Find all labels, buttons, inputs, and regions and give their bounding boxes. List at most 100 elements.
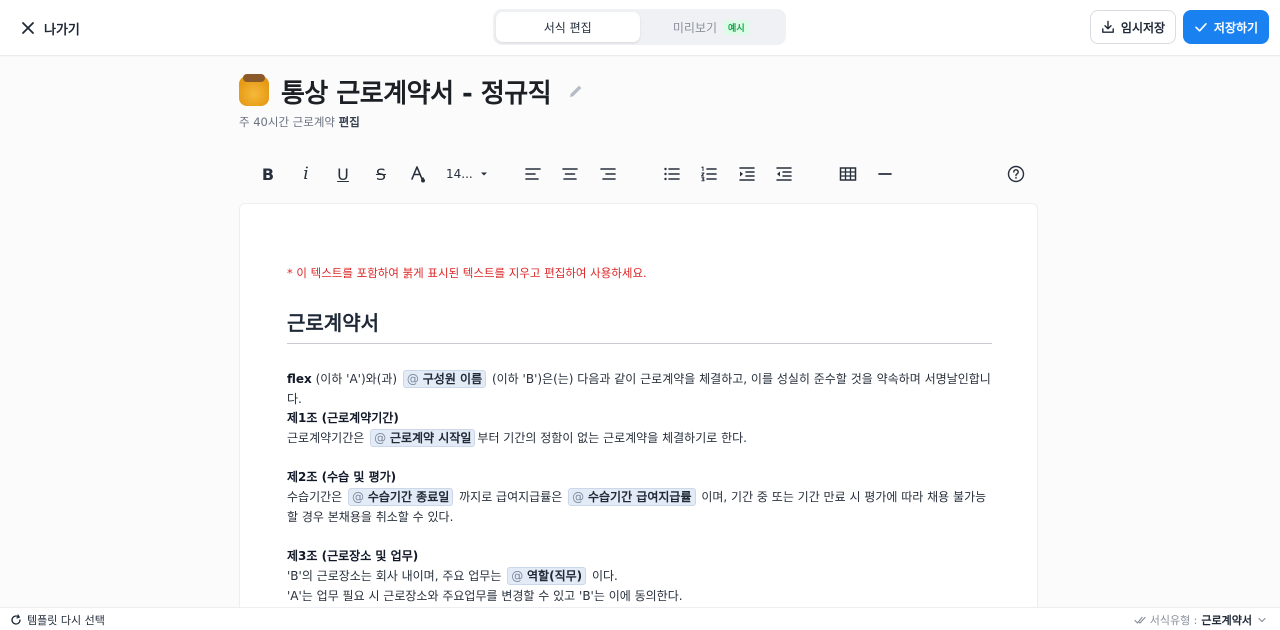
at-icon: @ [406, 372, 419, 386]
chevron-down-icon [1258, 617, 1266, 623]
check-icon [1195, 23, 1207, 32]
form-type-select[interactable]: 서식유형 : 근로계약서 [1134, 612, 1268, 628]
article-1: 제1조 (근로계약기간) 근로계약기간은 @ 근로계약 시작일 부터 기간의 정함… [287, 408, 997, 448]
red-warning-text: * 이 텍스트를 포함하여 붉게 표시된 텍스트를 지우고 편집하여 사용하세요… [287, 266, 647, 280]
tab-format-edit-label: 서식 편집 [543, 20, 592, 35]
editor-page: 통상 근로계약서 - 정규직 주 40시간 근로계약 편집 B i U S 14… [0, 57, 1280, 623]
article-3-text-1: 'B'의 근로장소는 회사 내이며, 주요 업무는 [287, 569, 506, 583]
variable-chip-probation-pay-rate[interactable]: @ 수습기간 급여지급률 [568, 488, 696, 506]
chip-label: 수습기간 종료일 [367, 490, 450, 504]
at-icon: @ [374, 431, 387, 445]
article-3: 제3조 (근로장소 및 업무) 'B'의 근로장소는 회사 내이며, 주요 업무… [287, 546, 997, 606]
chip-label: 근로계약 시작일 [389, 431, 472, 445]
heading-divider [287, 343, 992, 344]
editor-card[interactable]: * 이 텍스트를 포함하여 붉게 표시된 텍스트를 지우고 편집하여 사용하세요… [239, 203, 1038, 623]
article-1-text-2: 부터 기간의 정함이 없는 근로계약을 체결하기로 한다. [477, 431, 747, 445]
format-toolbar: B i U S 14... [250, 161, 1040, 187]
align-right-button[interactable] [595, 161, 621, 187]
variable-chip-probation-end[interactable]: @ 수습기간 종료일 [348, 488, 454, 506]
align-center-button[interactable] [557, 161, 583, 187]
refresh-icon [11, 614, 21, 625]
footer-bar: 템플릿 다시 선택 서식유형 : 근로계약서 [0, 607, 1280, 630]
horizontal-rule-button[interactable] [872, 161, 898, 187]
align-left-icon [525, 168, 541, 180]
table-button[interactable] [835, 161, 861, 187]
outdent-button[interactable] [771, 161, 797, 187]
tab-format-edit[interactable]: 서식 편집 [496, 12, 640, 42]
underline-button[interactable]: U [330, 161, 356, 187]
save-button[interactable]: 저장하기 [1183, 10, 1269, 44]
form-type-label: 서식유형 : [1149, 614, 1198, 627]
chevron-down-icon [480, 172, 487, 176]
at-icon: @ [352, 490, 365, 504]
outdent-icon [776, 167, 792, 181]
intro-text-1: (이하 'A')와(과) [311, 372, 401, 386]
article-3-text-2: 이다. [588, 569, 618, 583]
numbered-list-button[interactable] [696, 161, 722, 187]
page-title: 통상 근로계약서 - 정규직 [281, 78, 552, 109]
strikethrough-button[interactable]: S [368, 161, 394, 187]
exit-label: 나가기 [44, 22, 80, 38]
article-3-line-2: 'A'는 업무 필요 시 근로장소와 주요업무를 변경할 수 있고 'B'는 이… [287, 589, 683, 603]
bold-icon: B [261, 164, 275, 184]
reselect-label: 템플릿 다시 선택 [27, 614, 105, 627]
article-2-title: 제2조 (수습 및 평가) [287, 470, 397, 484]
exit-button[interactable]: 나가기 [20, 16, 80, 40]
variable-chip-contract-start[interactable]: @ 근로계약 시작일 [370, 429, 476, 447]
honey-pot-icon [239, 74, 269, 106]
at-icon: @ [511, 569, 524, 583]
page-subtitle: 주 40시간 근로계약 편집 [239, 114, 360, 130]
tab-preview[interactable]: 미리보기 예시 [640, 12, 784, 42]
variable-chip-member-name[interactable]: @ 구성원 이름 [402, 370, 487, 388]
intro-paragraph: flex (이하 'A')와(과) @ 구성원 이름 (이하 'B')은(는) … [287, 369, 997, 409]
italic-button[interactable]: i [293, 161, 319, 187]
article-2-text-1: 수습기간은 [287, 490, 347, 504]
align-right-icon [600, 168, 616, 180]
save-label: 저장하기 [1213, 20, 1259, 35]
align-left-button[interactable] [520, 161, 546, 187]
mode-tabs: 서식 편집 미리보기 예시 [493, 9, 786, 45]
indent-button[interactable] [734, 161, 760, 187]
close-icon [22, 22, 34, 34]
reselect-template-button[interactable]: 템플릿 다시 선택 [10, 612, 105, 628]
chip-label: 구성원 이름 [422, 372, 483, 386]
double-check-icon [1134, 616, 1146, 624]
help-icon [1007, 165, 1025, 183]
title-row: 통상 근로계약서 - 정규직 [239, 73, 585, 109]
text-color-icon [411, 166, 425, 183]
subtitle-text: 주 40시간 근로계약 [239, 115, 336, 129]
temp-save-label: 임시저장 [1120, 20, 1166, 35]
article-2: 제2조 (수습 및 평가) 수습기간은 @ 수습기간 종료일 까지로 급여지급률… [287, 467, 997, 527]
font-size-select[interactable]: 14... [446, 164, 489, 184]
chip-label: 역할(직무) [527, 569, 583, 583]
underline-icon: U [337, 164, 349, 184]
article-1-title: 제1조 (근로계약기간) [287, 411, 399, 425]
variable-chip-role[interactable]: @ 역할(직무) [507, 567, 587, 585]
document-heading: 근로계약서 [287, 311, 379, 335]
align-center-icon [562, 168, 578, 180]
tab-preview-label: 미리보기 [672, 20, 718, 35]
indent-icon [739, 167, 755, 181]
text-color-button[interactable] [405, 161, 431, 187]
article-3-title: 제3조 (근로장소 및 업무) [287, 549, 419, 563]
italic-icon: i [303, 164, 309, 184]
top-bar: 나가기 서식 편집 미리보기 예시 임시저장 저장하기 [0, 0, 1280, 56]
bold-button[interactable]: B [255, 161, 281, 187]
temp-save-button[interactable]: 임시저장 [1090, 10, 1176, 44]
bullet-list-icon [664, 167, 680, 181]
at-icon: @ [572, 490, 585, 504]
form-type-value: 근로계약서 [1201, 614, 1252, 627]
help-button[interactable] [1003, 161, 1029, 187]
pencil-icon[interactable] [567, 82, 585, 100]
numbered-list-icon [701, 166, 717, 182]
subtitle-edit-text: 편집 [338, 115, 360, 129]
bullet-list-button[interactable] [659, 161, 685, 187]
example-badge: 예시 [723, 19, 750, 35]
article-2-text-2: 까지로 급여지급률은 [455, 490, 567, 504]
download-icon [1102, 20, 1114, 33]
horizontal-rule-icon [878, 173, 892, 175]
strikethrough-icon: S [375, 164, 387, 184]
company-name: flex [287, 372, 312, 386]
chip-label: 수습기간 급여지급률 [587, 490, 692, 504]
table-icon [839, 167, 857, 181]
